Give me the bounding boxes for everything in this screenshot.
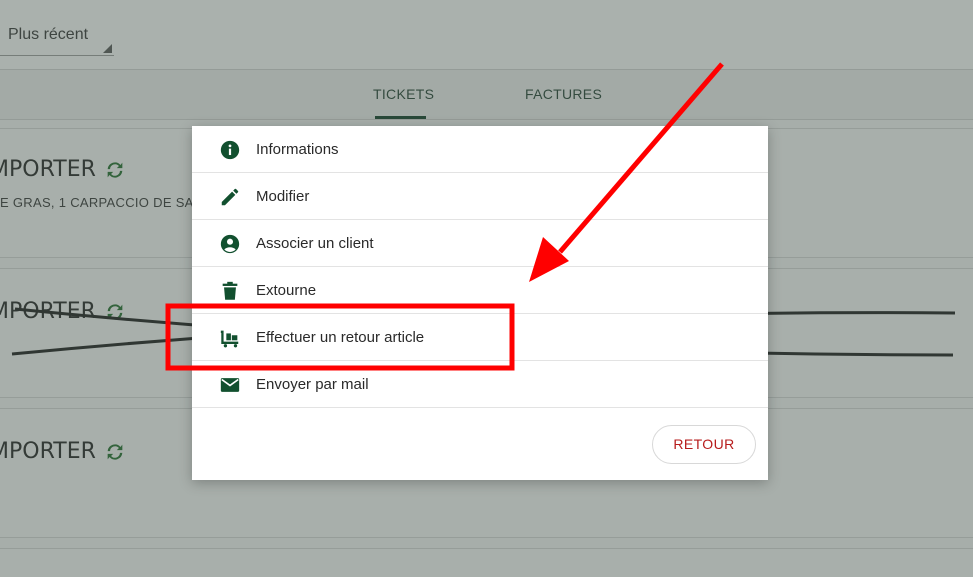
menu-item-extourne[interactable]: Extourne bbox=[192, 267, 768, 314]
back-button[interactable]: RETOUR bbox=[652, 425, 756, 464]
menu-item-envoyer-mail[interactable]: Envoyer par mail bbox=[192, 361, 768, 408]
menu-item-retour-article[interactable]: Effectuer un retour article bbox=[192, 314, 768, 361]
menu-item-informations[interactable]: Informations bbox=[192, 126, 768, 173]
ticket-actions-dialog: Informations Modifier Associer un client… bbox=[192, 126, 768, 480]
pencil-icon bbox=[221, 188, 239, 206]
menu-item-label: Informations bbox=[256, 141, 339, 158]
info-icon bbox=[220, 140, 240, 160]
menu-item-label: Envoyer par mail bbox=[256, 376, 369, 393]
menu-item-label: Modifier bbox=[256, 188, 310, 205]
dolly-icon bbox=[220, 330, 239, 348]
menu-item-label: Effectuer un retour article bbox=[256, 329, 425, 346]
menu-item-modifier[interactable]: Modifier bbox=[192, 173, 768, 220]
user-circle-icon bbox=[220, 234, 240, 254]
menu-item-label: Extourne bbox=[256, 282, 317, 299]
envelope-icon bbox=[220, 378, 240, 392]
trash-icon bbox=[222, 281, 238, 300]
menu-item-label: Associer un client bbox=[256, 235, 374, 252]
menu-item-associer-client[interactable]: Associer un client bbox=[192, 220, 768, 267]
